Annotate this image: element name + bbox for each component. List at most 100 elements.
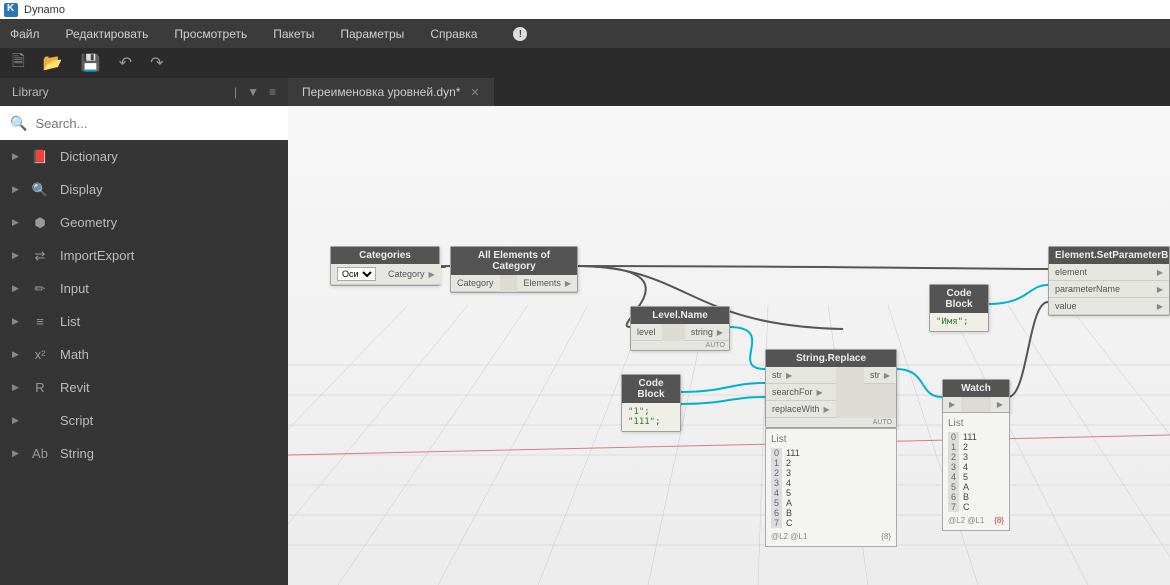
port-input[interactable]: ▶ <box>943 397 961 413</box>
library-item-math[interactable]: ▶x²Math <box>0 338 288 371</box>
library-title: Library <box>12 85 49 99</box>
search-input[interactable] <box>35 116 278 131</box>
library-item-string[interactable]: ▶AbString <box>0 437 288 470</box>
tab-title: Переименовка уровней.dyn* <box>302 85 460 99</box>
list-row: 45 <box>948 472 1004 482</box>
library-item-label: Dictionary <box>60 149 118 164</box>
save-file-icon[interactable]: 💾 <box>81 53 101 73</box>
list-row: 7C <box>771 518 891 528</box>
port-input[interactable]: replaceWith▶ <box>766 401 836 418</box>
node-title: Categories <box>331 247 439 264</box>
port-output[interactable]: str▶ <box>864 367 896 384</box>
chevron-right-icon: ▶ <box>12 382 20 393</box>
library-item-list[interactable]: ▶ ≡ List <box>0 305 288 338</box>
open-file-icon[interactable]: 📂 <box>43 53 63 73</box>
library-header-icons: | ▼ ≡ <box>234 85 276 99</box>
node-code-block-1[interactable]: Code Block "1"; "111"; <box>621 374 681 432</box>
info-icon[interactable]: ! <box>513 27 527 41</box>
close-icon[interactable]: ✕ <box>470 86 479 99</box>
new-file-icon[interactable]: 🗎 <box>12 50 25 77</box>
port-input[interactable]: level <box>631 324 662 341</box>
search-icon: 🔍 <box>32 182 48 198</box>
library-item-geometry[interactable]: ▶⬢Geometry <box>0 206 288 239</box>
list-row: 5A <box>771 498 891 508</box>
node-all-elements[interactable]: All Elements of Category Category Elemen… <box>450 246 578 293</box>
port-input[interactable]: Category <box>451 275 500 292</box>
chevron-right-icon: ▶ <box>12 184 20 195</box>
node-code-block-2[interactable]: Code Block "Имя"; <box>929 284 989 332</box>
port-output[interactable]: Elements▶ <box>517 275 577 292</box>
arrows-icon: ⇄ <box>32 248 48 264</box>
port-input[interactable]: searchFor▶ <box>766 384 836 401</box>
library-item-input[interactable]: ▶✏Input <box>0 272 288 305</box>
library-item-importexport[interactable]: ▶⇄ImportExport <box>0 239 288 272</box>
node-categories[interactable]: Categories Оси Category▶ <box>330 246 440 286</box>
undo-icon[interactable]: ↶ <box>119 53 132 73</box>
port-input[interactable]: element▶ <box>1049 264 1169 281</box>
library-item-display[interactable]: ▶ 🔍 Display <box>0 173 288 206</box>
port-input[interactable]: value▶ <box>1049 298 1169 315</box>
library-item-label: Geometry <box>60 215 117 230</box>
list-row: 23 <box>771 468 891 478</box>
list-row: 7C <box>948 502 1004 512</box>
node-title: Watch <box>943 380 1009 397</box>
list-icon: ≡ <box>32 314 48 329</box>
node-foot: AUTO <box>631 341 729 350</box>
tab-document[interactable]: Переименовка уровней.dyn* ✕ <box>288 78 494 106</box>
categories-dropdown[interactable]: Оси <box>337 267 376 281</box>
chevron-right-icon: ▶ <box>12 250 20 261</box>
tabbar: Переименовка уровней.dyn* ✕ <box>288 78 1170 106</box>
list-row: 0111 <box>948 432 1004 442</box>
code-content[interactable]: "1"; "111"; <box>622 403 680 431</box>
canvas[interactable]: Categories Оси Category▶ All Elements of… <box>288 106 1170 585</box>
library-item-script[interactable]: ▶Script <box>0 404 288 437</box>
node-title: Element.SetParameterB <box>1049 247 1169 264</box>
list-row: 23 <box>948 452 1004 462</box>
library-item-label: List <box>60 314 80 329</box>
node-title: Code Block <box>622 375 680 403</box>
menu-packages[interactable]: Пакеты <box>273 27 314 41</box>
node-watch[interactable]: Watch ▶ ▶ <box>942 379 1010 414</box>
canvas-area: Переименовка уровней.dyn* ✕ <box>288 78 1170 585</box>
code-content[interactable]: "Имя"; <box>930 313 988 331</box>
chevron-right-icon: ▶ <box>12 316 20 327</box>
redo-icon[interactable]: ↷ <box>150 53 163 73</box>
node-foot: AUTO <box>766 418 896 427</box>
node-title: Level.Name <box>631 307 729 324</box>
list-view-icon[interactable]: ≡ <box>269 85 276 99</box>
menu-parameters[interactable]: Параметры <box>340 27 404 41</box>
chevron-right-icon: ▶ <box>12 283 20 294</box>
library-item-label: Display <box>60 182 103 197</box>
library-item-dictionary[interactable]: ▶📕Dictionary <box>0 140 288 173</box>
app-title: Dynamo <box>24 4 65 16</box>
list-row: 6B <box>948 492 1004 502</box>
port-input[interactable]: parameterName▶ <box>1049 281 1169 298</box>
sort-icon[interactable]: ▼ <box>247 85 259 99</box>
library-item-label: Input <box>60 281 89 296</box>
menu-edit[interactable]: Редактировать <box>66 27 149 41</box>
menu-help[interactable]: Справка <box>430 27 477 41</box>
port-output[interactable]: string▶ <box>685 324 729 341</box>
chevron-right-icon: ▶ <box>12 349 20 360</box>
port-output[interactable]: ▶ <box>991 397 1009 413</box>
node-level-name[interactable]: Level.Name level string▶ AUTO <box>630 306 730 351</box>
library-header: Library | ▼ ≡ <box>0 78 288 106</box>
filter-icon[interactable]: | <box>234 85 237 99</box>
library-item-label: Revit <box>60 380 90 395</box>
list-row: 45 <box>771 488 891 498</box>
titlebar: Dynamo <box>0 0 1170 20</box>
port-input[interactable]: str▶ <box>766 367 836 384</box>
toolbar: 🗎 📂 💾 ↶ ↷ <box>0 48 1170 78</box>
menu-view[interactable]: Просмотреть <box>174 27 247 41</box>
app-logo <box>4 3 18 17</box>
list-row: 6B <box>771 508 891 518</box>
list-head: List <box>771 434 891 445</box>
cube-icon: ⬢ <box>32 215 48 231</box>
list-row: 34 <box>948 462 1004 472</box>
node-string-replace[interactable]: String.Replace str▶ searchFor▶ replaceWi… <box>765 349 897 428</box>
menu-file[interactable]: Файл <box>10 27 40 41</box>
port-output[interactable]: Category▶ <box>382 264 441 285</box>
list-row: 0111 <box>771 448 891 458</box>
library-item-revit[interactable]: ▶RRevit <box>0 371 288 404</box>
node-set-parameter[interactable]: Element.SetParameterB element▶ parameter… <box>1048 246 1170 316</box>
